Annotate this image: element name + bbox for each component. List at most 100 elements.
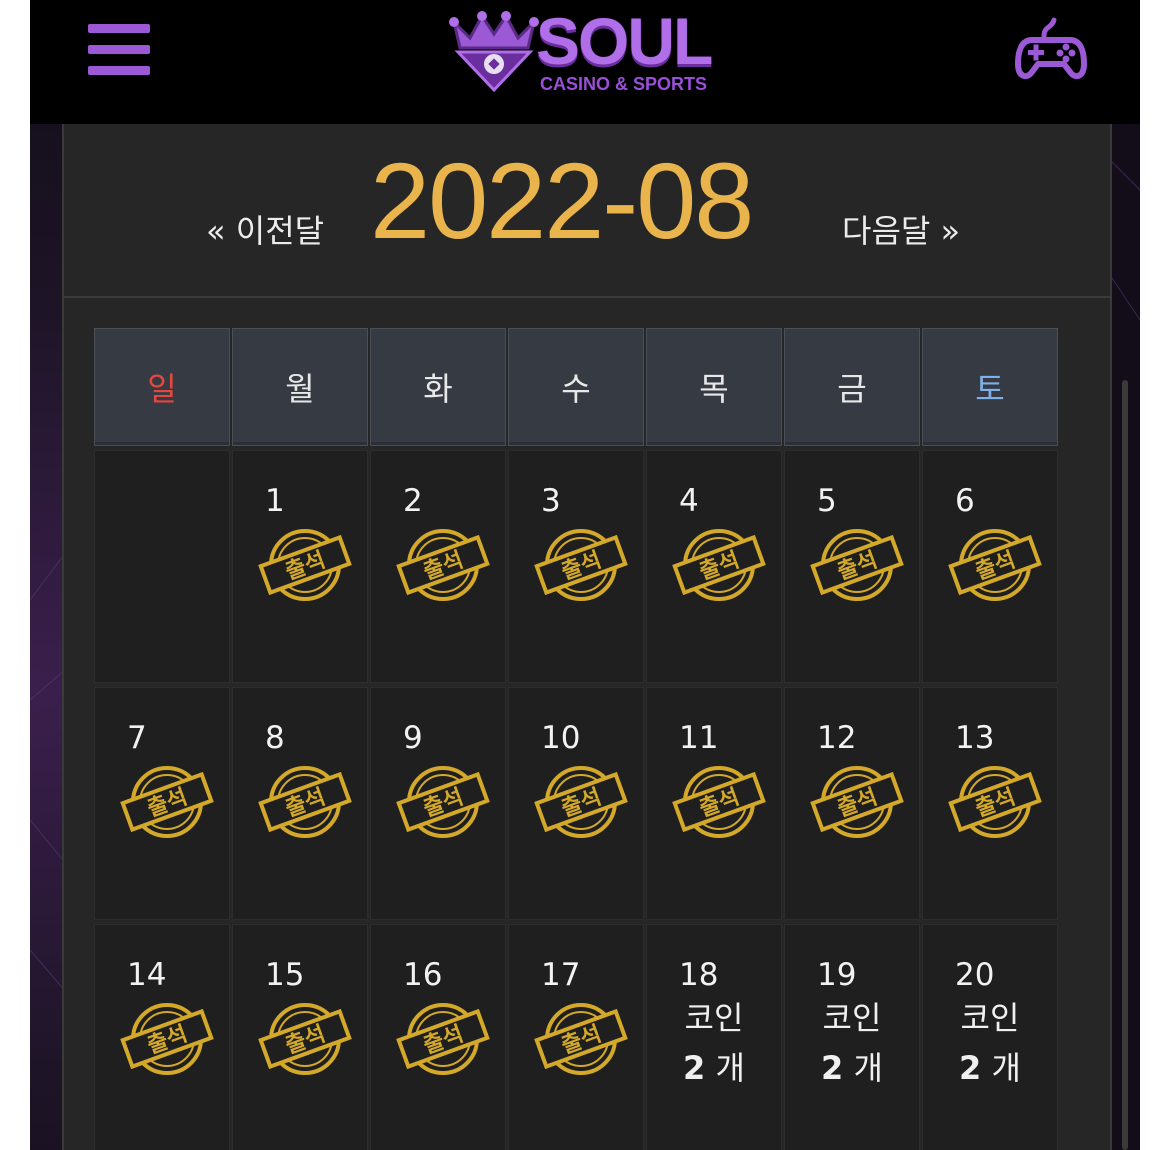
calendar-day-cell[interactable]: 13 출석 — [922, 687, 1058, 920]
calendar-day-cell[interactable]: 3 출석 — [508, 450, 644, 683]
attendance-stamp-icon: 출석 — [258, 766, 352, 838]
hamburger-icon-bar — [88, 66, 150, 75]
svg-text:출석: 출석 — [420, 548, 467, 585]
attendance-stamp-icon: 출석 — [534, 529, 628, 601]
attendance-stamp-icon: 출석 — [672, 766, 766, 838]
day-number: 13 — [955, 720, 995, 756]
gamepad-icon — [1015, 17, 1087, 80]
day-number: 14 — [127, 957, 167, 993]
svg-text:출석: 출석 — [282, 548, 329, 585]
attendance-stamp-icon: 출석 — [396, 529, 490, 601]
calendar-weeks: 1 출석 2 출석 3 출석 4 출석 5 출석 6 출석 7 출석 8 출석 … — [94, 450, 1080, 1150]
day-number: 15 — [265, 957, 305, 993]
weekday-sunday: 일 — [94, 328, 230, 446]
attendance-stamp-icon: 출석 — [810, 766, 904, 838]
svg-text:출석: 출석 — [282, 785, 329, 822]
page-scrollbar[interactable] — [1122, 380, 1128, 1150]
svg-text:출석: 출석 — [558, 785, 605, 822]
day-number: 17 — [541, 957, 581, 993]
calendar-week-row: 7 출석 8 출석 9 출석 10 출석 11 출석 12 출석 13 출석 — [94, 687, 1080, 924]
day-number: 19 — [817, 957, 857, 993]
calendar-day-cell[interactable]: 19 코인 2 개 — [784, 924, 920, 1150]
day-number: 7 — [127, 720, 147, 756]
day-number: 10 — [541, 720, 581, 756]
attendance-stamp-icon: 출석 — [120, 766, 214, 838]
calendar-day-cell[interactable]: 18 코인 2 개 — [646, 924, 782, 1150]
attendance-stamp-icon: 출석 — [948, 766, 1042, 838]
coin-count-unit: 개 — [981, 1049, 1021, 1087]
calendar-day-cell[interactable]: 8 출석 — [232, 687, 368, 920]
svg-text:출석: 출석 — [558, 1022, 605, 1059]
calendar-day-cell[interactable]: 16 출석 — [370, 924, 506, 1150]
svg-text:출석: 출석 — [834, 548, 881, 585]
calendar-day-cell[interactable]: 9 출석 — [370, 687, 506, 920]
svg-text:출석: 출석 — [696, 548, 743, 585]
crown-shield-icon — [449, 11, 539, 93]
svg-text:출석: 출석 — [834, 785, 881, 822]
calendar-day-cell[interactable]: 10 출석 — [508, 687, 644, 920]
svg-text:출석: 출석 — [558, 548, 605, 585]
day-number: 20 — [955, 957, 995, 993]
weekday-wednesday: 수 — [508, 328, 644, 446]
menu-button[interactable] — [88, 24, 150, 76]
calendar-day-cell[interactable]: 5 출석 — [784, 450, 920, 683]
day-number: 12 — [817, 720, 857, 756]
day-number: 4 — [679, 483, 699, 519]
attendance-stamp-icon: 출석 — [258, 529, 352, 601]
calendar-day-cell[interactable]: 20 코인 2 개 — [922, 924, 1058, 1150]
calendar-day-cell[interactable]: 15 출석 — [232, 924, 368, 1150]
calendar-day-cell[interactable]: 17 출석 — [508, 924, 644, 1150]
coin-reward-count: 2 개 — [785, 1043, 919, 1089]
attendance-stamp-icon: 출석 — [396, 1003, 490, 1075]
weekday-friday: 금 — [784, 328, 920, 446]
weekday-monday: 월 — [232, 328, 368, 446]
calendar-day-cell[interactable]: 6 출석 — [922, 450, 1058, 683]
site-logo[interactable]: SOUL CASINO & SPORTS — [448, 4, 748, 98]
day-number: 3 — [541, 483, 561, 519]
calendar-week-row: 14 출석 15 출석 16 출석 17 출석 18 코인 2 개 19 코인 … — [94, 924, 1080, 1150]
day-number: 11 — [679, 720, 719, 756]
weekday-header-row: 일 월 화 수 목 금 토 — [94, 328, 1080, 450]
svg-text:출석: 출석 — [144, 785, 191, 822]
attendance-stamp-icon: 출석 — [672, 529, 766, 601]
calendar-day-cell[interactable]: 12 출석 — [784, 687, 920, 920]
logo-wordmark: SOUL — [536, 4, 713, 78]
calendar-day-cell[interactable]: 11 출석 — [646, 687, 782, 920]
attendance-stamp-icon: 출석 — [534, 1003, 628, 1075]
coin-count-unit: 개 — [843, 1049, 883, 1087]
prev-month-link[interactable]: « 이전달 — [206, 206, 324, 252]
calendar-day-cell[interactable]: 14 출석 — [94, 924, 230, 1150]
attendance-stamp-icon: 출석 — [258, 1003, 352, 1075]
svg-text:출석: 출석 — [972, 785, 1019, 822]
next-month-link[interactable]: 다음달 » — [842, 206, 960, 252]
attendance-stamp-icon: 출석 — [396, 766, 490, 838]
coin-reward-label: 코인 — [822, 999, 882, 1037]
day-number: 6 — [955, 483, 975, 519]
calendar-day-cell[interactable]: 7 출석 — [94, 687, 230, 920]
coin-count-unit: 개 — [705, 1049, 745, 1087]
svg-text:출석: 출석 — [972, 548, 1019, 585]
calendar-week-row: 1 출석 2 출석 3 출석 4 출석 5 출석 6 출석 — [94, 450, 1080, 687]
coin-reward-label: 코인 — [960, 999, 1020, 1037]
day-number: 18 — [679, 957, 719, 993]
weekday-tuesday: 화 — [370, 328, 506, 446]
calendar-day-cell[interactable]: 4 출석 — [646, 450, 782, 683]
attendance-calendar: 일 월 화 수 목 금 토 1 출석 2 출석 3 출석 4 출석 5 출석 6… — [94, 328, 1080, 1150]
coin-count-number: 2 — [683, 1049, 706, 1087]
month-navigation: « 이전달 2022-08 다음달 » — [64, 124, 1110, 298]
hamburger-icon-bar — [88, 24, 150, 33]
coin-count-number: 2 — [821, 1049, 844, 1087]
coin-reward-label: 코인 — [684, 999, 744, 1037]
calendar-empty-cell — [94, 450, 230, 683]
weekday-saturday: 토 — [922, 328, 1058, 446]
calendar-day-cell[interactable]: 1 출석 — [232, 450, 368, 683]
weekday-thursday: 목 — [646, 328, 782, 446]
gamepad-button[interactable] — [1014, 16, 1088, 86]
day-number: 5 — [817, 483, 837, 519]
svg-text:출석: 출석 — [696, 785, 743, 822]
day-number: 9 — [403, 720, 423, 756]
calendar-day-cell[interactable]: 2 출석 — [370, 450, 506, 683]
svg-text:출석: 출석 — [420, 785, 467, 822]
top-header: SOUL CASINO & SPORTS — [30, 0, 1140, 124]
day-number: 1 — [265, 483, 285, 519]
